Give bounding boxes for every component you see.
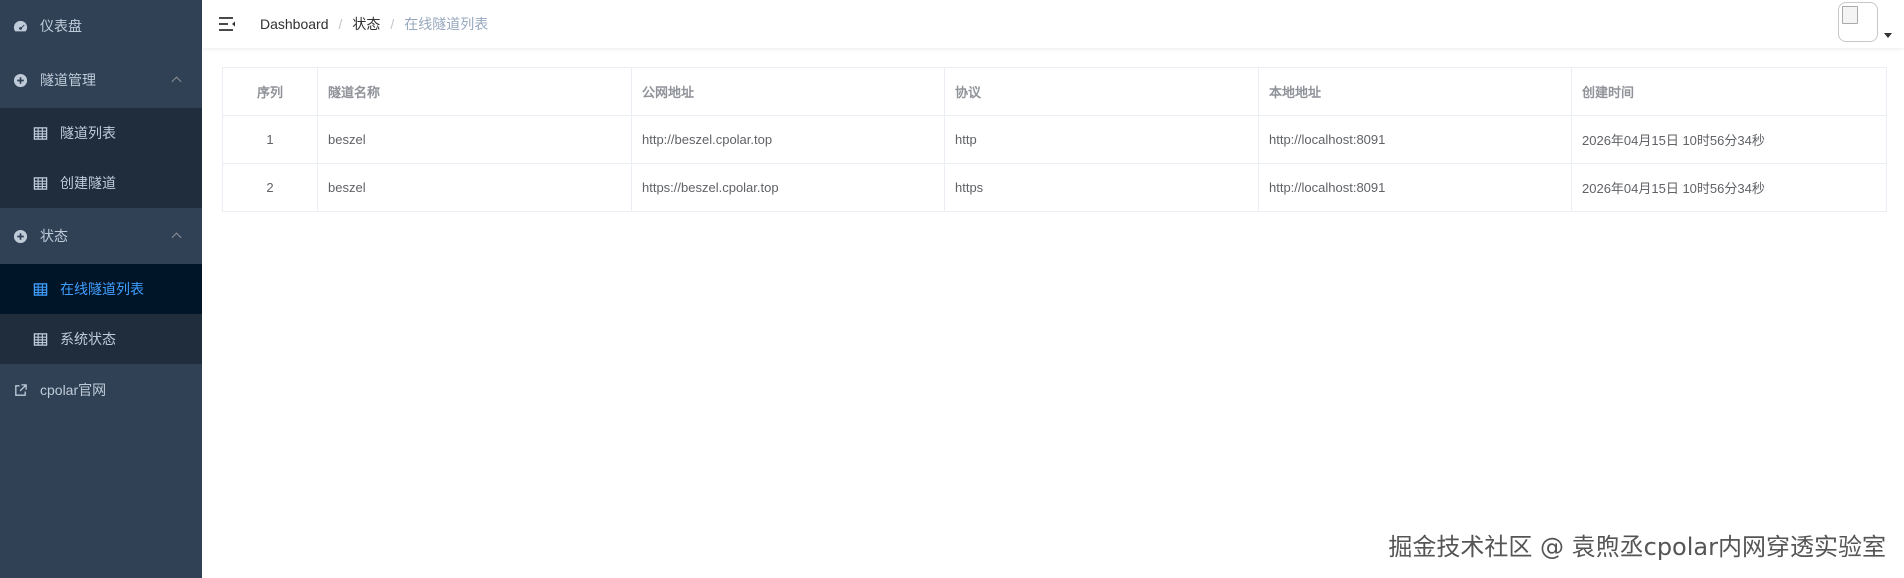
user-menu[interactable]: [1838, 2, 1892, 42]
table-icon: [32, 331, 48, 347]
table-cell: http://beszel.cpolar.top: [631, 115, 945, 164]
table-cell: 1: [222, 115, 318, 164]
submenu-status-list: 在线隧道列表 系统状态: [0, 264, 202, 364]
sidebar: 仪表盘 隧道管理 隧道列表 创建隧道 状态 在线隧道列表 系统状态 cpolar…: [0, 0, 202, 578]
menu-item-cpolar-site[interactable]: cpolar官网: [0, 364, 202, 416]
table-cell: https: [944, 163, 1259, 212]
navbar: Dashboard / 状态 / 在线隧道列表: [202, 0, 1904, 48]
table-row: 1 beszel http://beszel.cpolar.top http h…: [222, 115, 1887, 164]
column-header: 序列: [222, 67, 318, 116]
sidebar-item-label: 系统状态: [60, 331, 116, 347]
submenu-tunnel-management-label: 隧道管理: [40, 72, 96, 88]
column-header: 公网地址: [631, 67, 945, 116]
plus-circle-icon: [12, 228, 28, 244]
breadcrumb-status: 状态: [352, 16, 381, 32]
menu-item-dashboard-label: 仪表盘: [40, 18, 82, 34]
column-header: 协议: [944, 67, 1259, 116]
external-link-icon: [12, 382, 28, 398]
sidebar-item-label: 创建隧道: [60, 175, 116, 191]
table-cell: beszel: [317, 115, 632, 164]
submenu-tunnel-list: 隧道列表 创建隧道: [0, 108, 202, 208]
chevron-up-icon: [171, 76, 182, 87]
column-header: 隧道名称: [317, 67, 632, 116]
main-area: Dashboard / 状态 / 在线隧道列表 序列 隧道名称 公网地址 协议 …: [202, 0, 1904, 578]
online-tunnel-table: 序列 隧道名称 公网地址 协议 本地地址 创建时间 1 beszel http:…: [222, 67, 1887, 212]
table-icon: [32, 125, 48, 141]
sidebar-item-system-status[interactable]: 系统状态: [0, 314, 202, 364]
plus-circle-icon: [12, 72, 28, 88]
watermark: 掘金技术社区 @ 袁煦丞cpolar内网穿透实验室: [1388, 533, 1886, 561]
table-cell: http://localhost:8091: [1258, 163, 1572, 212]
table-row: 2 beszel https://beszel.cpolar.top https…: [222, 163, 1887, 212]
table-cell: beszel: [317, 163, 632, 212]
breadcrumb-separator: /: [338, 16, 343, 32]
table-cell: 2: [222, 163, 318, 212]
sidebar-item-create-tunnel[interactable]: 创建隧道: [0, 158, 202, 208]
breadcrumb-separator: /: [390, 16, 395, 32]
submenu-status[interactable]: 状态: [0, 208, 202, 264]
sidebar-item-label: 隧道列表: [60, 125, 116, 141]
caret-down-icon[interactable]: [1884, 33, 1892, 38]
submenu-status-label: 状态: [40, 228, 68, 244]
table-cell: 2026年04月15日 10时56分34秒: [1571, 163, 1887, 212]
table-cell: http: [944, 115, 1259, 164]
table-cell: 2026年04月15日 10时56分34秒: [1571, 115, 1887, 164]
sidebar-item-online-tunnels[interactable]: 在线隧道列表: [0, 264, 202, 314]
submenu-tunnel-management[interactable]: 隧道管理: [0, 52, 202, 108]
hamburger-icon[interactable]: [202, 0, 252, 48]
menu-item-dashboard[interactable]: 仪表盘: [0, 0, 202, 52]
tunnel-table-container: 序列 隧道名称 公网地址 协议 本地地址 创建时间 1 beszel http:…: [222, 67, 1887, 212]
breadcrumb-current: 在线隧道列表: [404, 16, 489, 32]
sidebar-item-label: 在线隧道列表: [60, 281, 144, 297]
chevron-up-icon: [171, 232, 182, 243]
table-cell: https://beszel.cpolar.top: [631, 163, 945, 212]
table-icon: [32, 281, 48, 297]
breadcrumb-dashboard[interactable]: Dashboard: [260, 16, 329, 32]
sidebar-item-tunnel-list[interactable]: 隧道列表: [0, 108, 202, 158]
table-header-row: 序列 隧道名称 公网地址 协议 本地地址 创建时间: [222, 67, 1887, 116]
table-icon: [32, 175, 48, 191]
table-cell: http://localhost:8091: [1258, 115, 1572, 164]
column-header: 本地地址: [1258, 67, 1572, 116]
dashboard-icon: [12, 18, 28, 34]
menu-item-cpolar-site-label: cpolar官网: [40, 382, 107, 398]
column-header: 创建时间: [1571, 67, 1887, 116]
breadcrumb: Dashboard / 状态 / 在线隧道列表: [260, 14, 488, 34]
avatar[interactable]: [1838, 2, 1878, 42]
